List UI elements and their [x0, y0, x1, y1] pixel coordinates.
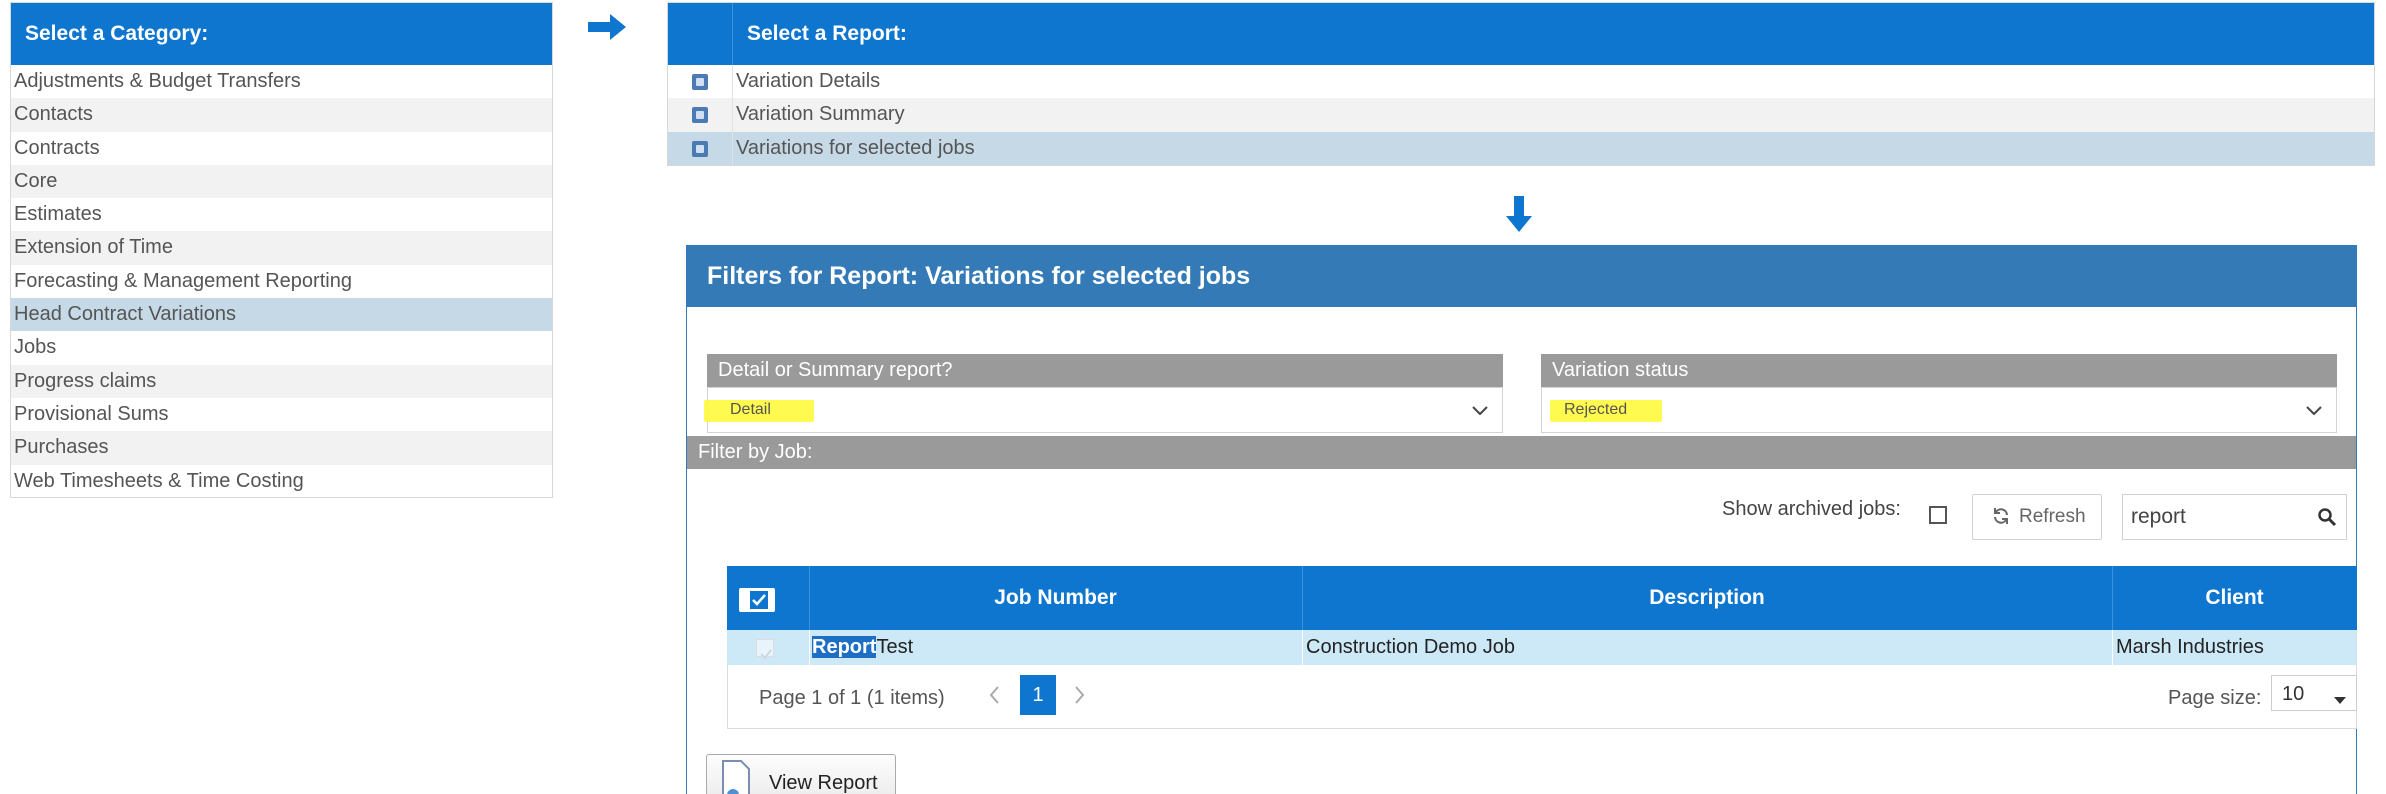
filters-panel: Filters for Report: Variations for selec… — [686, 245, 2357, 794]
view-report-label: View Report — [769, 772, 878, 794]
job-number-cell: ReportTest — [812, 630, 913, 665]
report-icon — [692, 74, 708, 90]
refresh-icon — [1991, 506, 2011, 532]
chevron-right-icon[interactable] — [1072, 683, 1088, 713]
category-item[interactable]: Head Contract Variations — [11, 298, 552, 332]
caret-down-icon — [2334, 688, 2346, 711]
job-search-input[interactable]: report — [2122, 494, 2347, 540]
refresh-label: Refresh — [2019, 506, 2086, 527]
column-header-description[interactable]: Description — [1302, 566, 2112, 630]
column-header-job-number[interactable]: Job Number — [809, 566, 1302, 630]
job-number-rest: Test — [876, 636, 914, 658]
category-item[interactable]: Progress claims — [11, 364, 552, 398]
report-item-label: Variations for selected jobs — [736, 136, 975, 159]
category-item[interactable]: Provisional Sums — [11, 398, 552, 431]
report-item[interactable]: Variation Summary — [668, 98, 2374, 132]
select-all-checkbox[interactable] — [739, 588, 775, 612]
category-item[interactable]: Estimates — [11, 198, 552, 231]
category-item[interactable]: Jobs — [11, 331, 552, 364]
chevron-left-icon[interactable] — [986, 683, 1002, 713]
variation-status-field: Variation status Rejected — [1541, 354, 2337, 433]
grid-pager: Page 1 of 1 (1 items) 1 Page size: 10 — [727, 665, 2357, 729]
search-value: report — [2131, 505, 2186, 528]
refresh-button[interactable]: Refresh — [1972, 494, 2102, 540]
category-item[interactable]: Web Timesheets & Time Costing — [11, 465, 552, 498]
page-button-current[interactable]: 1 — [1020, 675, 1056, 715]
report-item[interactable]: Variation Details — [668, 65, 2374, 99]
show-archived-checkbox[interactable] — [1929, 506, 1947, 524]
page-size-select[interactable]: 10 — [2271, 675, 2357, 711]
report-list: Variation Details Variation Summary Variat… — [668, 65, 2374, 165]
detail-summary-field: Detail or Summary report? Detail — [704, 354, 1503, 433]
detail-summary-label: Detail or Summary report? — [707, 354, 1503, 387]
category-item[interactable]: Forecasting & Management Reporting — [11, 265, 552, 298]
page-size-value: 10 — [2282, 683, 2305, 705]
variation-status-value: Rejected — [1564, 401, 1628, 418]
report-item-label: Variation Summary — [736, 103, 905, 126]
variation-status-select[interactable]: Rejected — [1541, 387, 2337, 433]
chevron-down-icon — [2304, 400, 2324, 425]
report-item-label: Variation Details — [736, 70, 881, 92]
category-item[interactable]: Contracts — [11, 132, 552, 165]
report-item[interactable]: Variations for selected jobs — [668, 131, 2374, 165]
variation-status-label: Variation status — [1541, 354, 2337, 387]
filters-panel-title: Filters for Report: Variations for selec… — [687, 246, 2356, 307]
arrow-down-icon — [1504, 196, 1534, 234]
filter-by-job-label: Filter by Job: — [687, 436, 2356, 469]
table-row[interactable]: ReportTest Construction Demo Job Marsh I… — [727, 630, 2357, 665]
category-list: Adjustments & Budget Transfers Contacts Co… — [11, 65, 552, 498]
pager-summary: Page 1 of 1 (1 items) — [759, 687, 945, 709]
report-icon — [692, 107, 708, 124]
category-item[interactable]: Contacts — [11, 98, 552, 132]
category-panel: Select a Category: Adjustments & Budget … — [10, 2, 553, 498]
view-report-button[interactable]: View Report — [706, 754, 896, 794]
arrow-right-icon — [588, 12, 628, 42]
row-checkbox[interactable] — [756, 639, 774, 660]
report-panel-title: Select a Report: — [747, 22, 907, 45]
search-match-highlight: Report — [812, 636, 877, 658]
show-archived-label: Show archived jobs: — [1722, 498, 1901, 520]
category-item[interactable]: Extension of Time — [11, 231, 552, 265]
chevron-down-icon — [1470, 400, 1490, 425]
search-icon[interactable] — [2317, 507, 2337, 533]
column-header-client[interactable]: Client — [2112, 566, 2357, 630]
category-item[interactable]: Adjustments & Budget Transfers — [11, 65, 552, 98]
report-icon — [692, 140, 708, 157]
report-panel-header: Select a Report: — [668, 3, 2374, 65]
description-cell: Construction Demo Job — [1306, 636, 1515, 658]
category-item[interactable]: Core — [11, 164, 552, 199]
detail-summary-value: Detail — [730, 401, 771, 418]
document-icon — [721, 759, 751, 794]
category-panel-title: Select a Category: — [11, 3, 552, 65]
jobs-grid-header: Job Number Description Client — [727, 566, 2357, 630]
page-size-label: Page size: — [2168, 687, 2262, 709]
category-item[interactable]: Purchases — [11, 431, 552, 465]
detail-summary-select[interactable]: Detail — [704, 387, 1503, 433]
client-cell: Marsh Industries — [2116, 636, 2264, 658]
report-panel: Select a Report: Variation Details Variat… — [667, 2, 2375, 166]
